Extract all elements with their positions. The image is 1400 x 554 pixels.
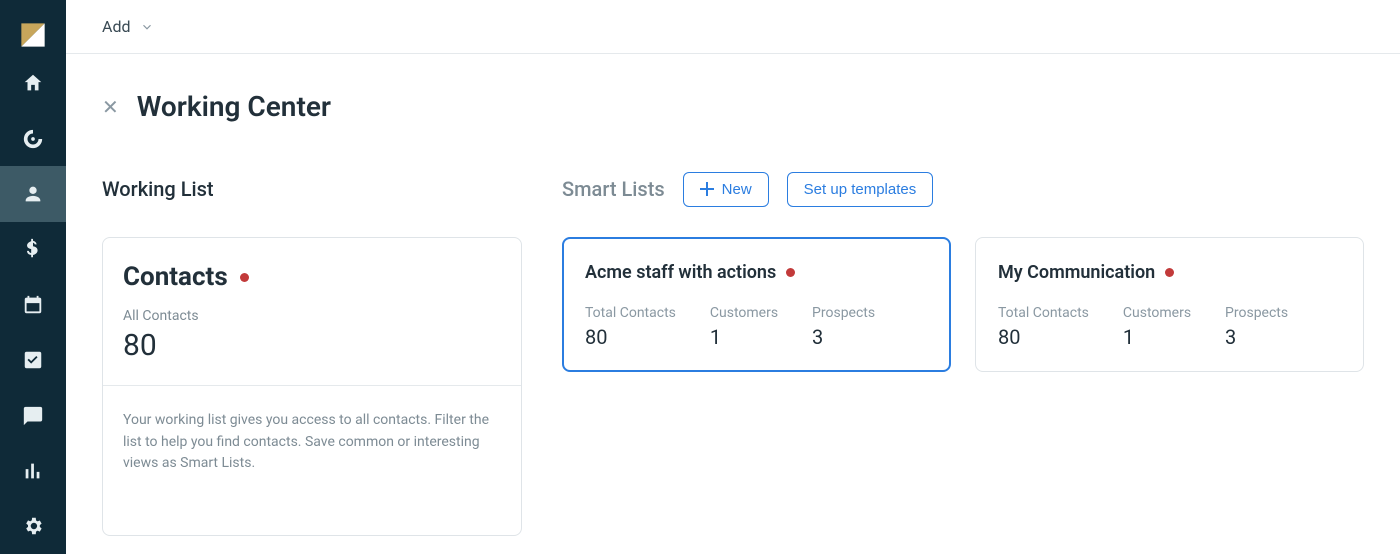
page-header: ✕ Working Center (66, 54, 1400, 123)
nav-reports[interactable] (0, 443, 66, 498)
smart-list-card[interactable]: My Communication Total Contacts 80 Custo… (975, 237, 1364, 372)
smart-list-card[interactable]: Acme staff with actions Total Contacts 8… (562, 237, 951, 372)
contacts-card-top: Contacts All Contacts 80 (103, 238, 521, 386)
nav-settings[interactable] (0, 499, 66, 554)
add-dropdown[interactable]: Add (102, 17, 154, 36)
new-smart-list-button[interactable]: New (683, 172, 769, 207)
stat-value: 80 (998, 325, 1089, 349)
main: Add ✕ Working Center Working List Contac… (66, 0, 1400, 554)
nav-tasks[interactable] (0, 332, 66, 387)
smart-list-title: My Communication (998, 262, 1155, 283)
contacts-title: Contacts (123, 262, 228, 292)
stat-label: Customers (1123, 305, 1191, 321)
stat-label: Prospects (812, 305, 875, 321)
page-title: Working Center (137, 90, 331, 123)
plus-icon (700, 182, 714, 196)
contacts-card[interactable]: Contacts All Contacts 80 Your working li… (102, 237, 522, 536)
topbar: Add (66, 0, 1400, 54)
nav-chat[interactable] (0, 388, 66, 443)
stat-value: 80 (585, 325, 676, 349)
stat-value: 3 (812, 325, 875, 349)
working-list-column: Working List Contacts All Contacts 80 Yo… (102, 171, 522, 536)
nav-calendar[interactable] (0, 277, 66, 332)
add-label: Add (102, 17, 130, 36)
smart-lists-column: Smart Lists New Set up templates Acme st… (562, 171, 1364, 372)
app-logo[interactable] (0, 14, 66, 56)
stat-value: 1 (710, 325, 778, 349)
stat-label: Prospects (1225, 305, 1288, 321)
all-contacts-label: All Contacts (123, 308, 501, 324)
templates-label: Set up templates (804, 181, 917, 198)
status-dot-icon (240, 273, 249, 282)
chevron-down-icon (140, 20, 154, 34)
stat-label: Customers (710, 305, 778, 321)
working-list-title: Working List (102, 177, 214, 201)
nav-target[interactable] (0, 111, 66, 166)
new-label: New (722, 181, 752, 198)
content: Working List Contacts All Contacts 80 Yo… (66, 123, 1400, 536)
stat-value: 3 (1225, 325, 1288, 349)
smart-lists-title: Smart Lists (562, 177, 665, 201)
nav-home[interactable] (0, 56, 66, 111)
status-dot-icon (786, 268, 795, 277)
close-icon[interactable]: ✕ (102, 97, 119, 117)
status-dot-icon (1165, 268, 1174, 277)
stat-label: Total Contacts (998, 305, 1089, 321)
sidebar (0, 0, 66, 554)
nav-money[interactable] (0, 222, 66, 277)
setup-templates-button[interactable]: Set up templates (787, 172, 934, 207)
all-contacts-value: 80 (123, 328, 501, 363)
stat-value: 1 (1123, 325, 1191, 349)
nav-contacts[interactable] (0, 166, 66, 221)
smart-list-title: Acme staff with actions (585, 262, 776, 283)
stat-label: Total Contacts (585, 305, 676, 321)
contacts-help: Your working list gives you access to al… (103, 386, 521, 535)
